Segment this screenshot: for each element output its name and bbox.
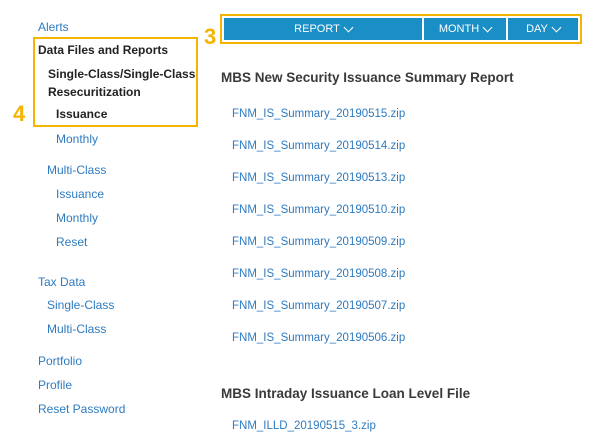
sidebar-item-sc-monthly[interactable]: Monthly (56, 132, 98, 146)
chevron-down-icon (343, 22, 354, 32)
file-link[interactable]: FNM_IS_Summary_20190514.zip (232, 140, 405, 152)
sidebar-item-alerts[interactable]: Alerts (38, 20, 69, 34)
section-title-summary-report: MBS New Security Issuance Summary Report (221, 70, 514, 85)
filter-toolbar: REPORT MONTH DAY (220, 14, 582, 44)
file-link[interactable]: FNM_IS_Summary_20190509.zip (232, 236, 405, 248)
sidebar-item-mc-issuance[interactable]: Issuance (56, 187, 104, 201)
file-link[interactable]: FNM_ILLD_20190515_3.zip (232, 420, 376, 432)
file-link[interactable]: FNM_IS_Summary_20190507.zip (232, 300, 405, 312)
file-link[interactable]: FNM_IS_Summary_20190510.zip (232, 204, 405, 216)
sidebar-item-tax-single[interactable]: Single-Class (47, 298, 114, 312)
file-link[interactable]: FNM_IS_Summary_20190506.zip (232, 332, 405, 344)
file-link[interactable]: FNM_IS_Summary_20190513.zip (232, 172, 405, 184)
chevron-down-icon (482, 22, 493, 32)
report-label: REPORT (294, 23, 340, 35)
day-label: DAY (526, 23, 548, 35)
chevron-down-icon (551, 22, 562, 32)
sidebar-item-tax-multi[interactable]: Multi-Class (47, 322, 106, 336)
sidebar-item-profile[interactable]: Profile (38, 378, 72, 392)
day-dropdown-button[interactable]: DAY (508, 18, 578, 40)
sidebar-item-mc-reset[interactable]: Reset (56, 235, 87, 249)
file-link[interactable]: FNM_IS_Summary_20190508.zip (232, 268, 405, 280)
sidebar-item-portfolio[interactable]: Portfolio (38, 354, 82, 368)
month-label: MONTH (438, 23, 480, 35)
month-dropdown-button[interactable]: MONTH (424, 18, 506, 40)
sidebar-item-mc-monthly[interactable]: Monthly (56, 211, 98, 225)
sidebar-item-multi-class[interactable]: Multi-Class (47, 163, 106, 177)
annotation-marker-3: 3 (204, 24, 217, 49)
annotation-marker-4: 4 (13, 101, 26, 126)
sidebar-item-tax-data[interactable]: Tax Data (38, 275, 85, 289)
annotation-box-4 (33, 37, 198, 127)
sidebar-item-reset-password[interactable]: Reset Password (38, 402, 125, 416)
report-dropdown-button[interactable]: REPORT (224, 18, 422, 40)
section-title-loan-level-file: MBS Intraday Issuance Loan Level File (221, 386, 471, 401)
file-link[interactable]: FNM_IS_Summary_20190515.zip (232, 108, 405, 120)
